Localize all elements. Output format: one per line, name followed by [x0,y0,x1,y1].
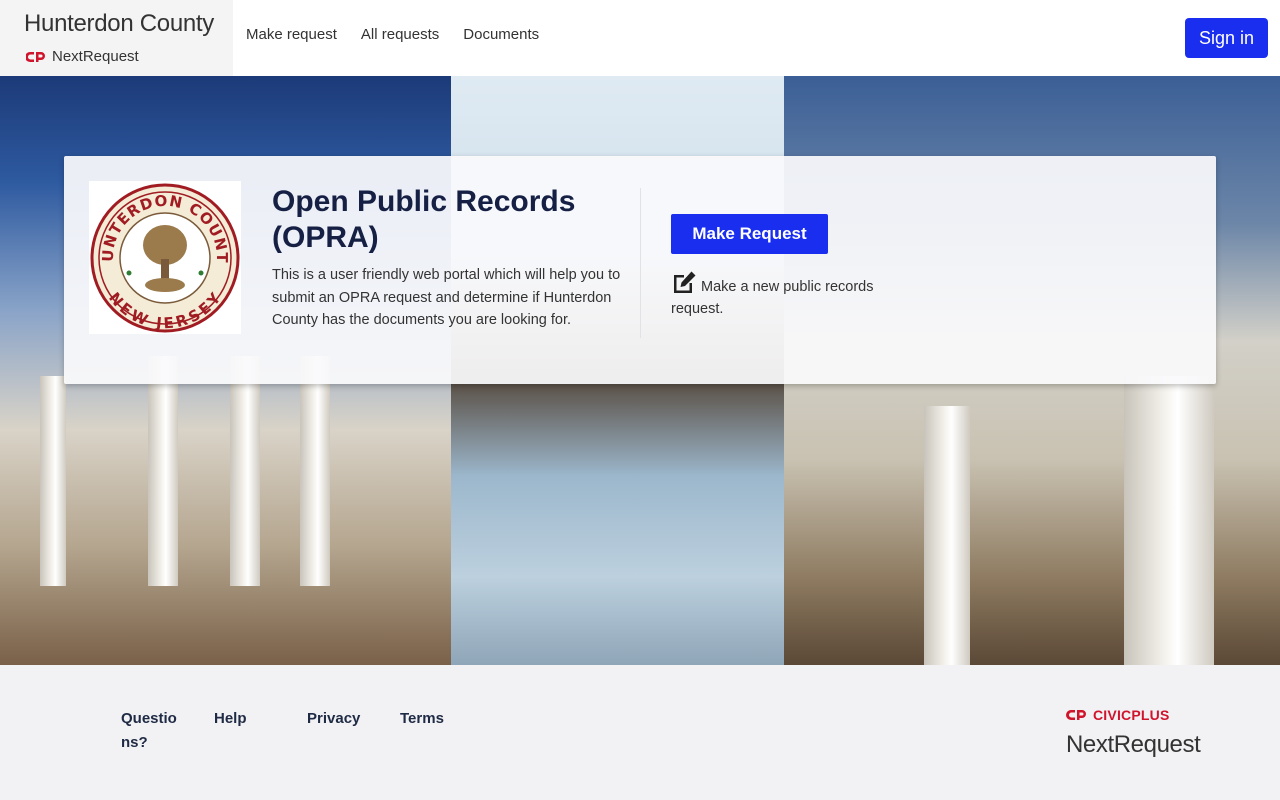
photo-column [924,406,970,665]
footer-link-questions[interactable]: Questions? [121,707,177,755]
page-title: Open Public Records (OPRA) [272,185,576,254]
civicplus-label: CIVICPLUS [1093,707,1170,723]
photo-column [40,376,66,586]
portal-description: This is a user friendly web portal which… [272,267,621,328]
agency-name: Hunterdon County [24,10,214,37]
nav-all-requests[interactable]: All requests [361,26,439,43]
footer-links: Questions? Help Privacy Terms [121,707,493,755]
civicplus-logo: CIVICPLUS [1066,707,1169,723]
top-navbar: Hunterdon County NextRequest Make reques… [0,0,1280,76]
main-nav: Make request All requests Documents [246,26,539,43]
photo-column [1124,376,1214,665]
card-divider [640,188,641,338]
opra-info-card: HUNTERDON COUNTY NEW JERSEY Open Public … [64,156,1216,384]
photo-column [148,356,178,586]
brand-sub-label: NextRequest [52,48,139,65]
civicplus-logo-icon [26,51,45,62]
make-request-note-text: Make a new public records request. [671,279,874,317]
sign-in-button[interactable]: Sign in [1185,18,1268,58]
make-request-note: Make a new public records request. [671,270,901,320]
footer-link-terms[interactable]: Terms [400,707,493,755]
footer: Questions? Help Privacy Terms CIVICPLUS … [0,665,1280,800]
county-seal: HUNTERDON COUNTY NEW JERSEY [82,167,241,334]
photo-column [300,356,330,586]
hero-banner: HUNTERDON COUNTY NEW JERSEY Open Public … [0,76,1280,665]
footer-link-help[interactable]: Help [214,707,307,755]
brand-block[interactable]: Hunterdon County NextRequest [0,0,233,76]
make-request-button[interactable]: Make Request [671,214,828,254]
nextrequest-brand: NextRequest [26,48,139,65]
photo-column [230,356,260,586]
footer-link-privacy[interactable]: Privacy [307,707,400,755]
nav-make-request[interactable]: Make request [246,26,337,43]
edit-icon [674,271,696,293]
nav-documents[interactable]: Documents [463,26,539,43]
civicplus-logo-icon [1066,710,1086,720]
nextrequest-logo-text: NextRequest [1066,731,1201,758]
county-seal-image: HUNTERDON COUNTY NEW JERSEY [82,167,240,333]
